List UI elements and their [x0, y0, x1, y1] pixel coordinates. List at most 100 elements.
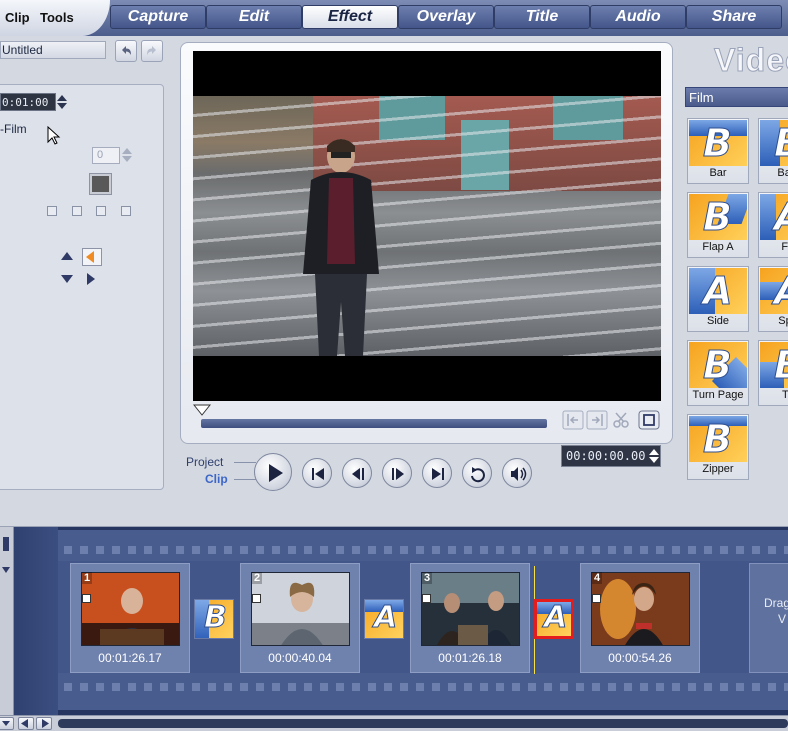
menu-area: Clip Tools [0, 0, 110, 36]
clip-thumbnail [251, 572, 350, 646]
tab-audio[interactable]: Audio [590, 5, 686, 29]
timeline-clip-1[interactable]: 1 00:01:26.17 [70, 563, 190, 673]
mark-in-icon[interactable] [562, 410, 584, 430]
volume-button[interactable] [502, 458, 532, 488]
clip-thumbnail [421, 572, 520, 646]
direction-left-selected-icon[interactable] [82, 248, 102, 266]
previous-frame-button[interactable] [342, 458, 372, 488]
scrub-bar[interactable] [201, 419, 547, 428]
menu-tools[interactable]: Tools [40, 10, 74, 25]
clip-duration: 00:00:54.26 [608, 651, 672, 665]
tab-capture[interactable]: Capture [110, 5, 206, 29]
arrow-right-icon [42, 719, 49, 728]
timeline-transition-2[interactable]: A [364, 599, 404, 639]
effect-thumb-flap[interactable]: A Fla [758, 192, 788, 258]
repeat-button[interactable] [462, 458, 492, 488]
clip-number: 2 [252, 572, 263, 584]
redo-icon [147, 46, 156, 55]
next-frame-icon [392, 468, 404, 480]
soft-edge-option-3[interactable] [96, 206, 106, 216]
zoom-button[interactable] [0, 717, 14, 730]
timeline-side-controls [0, 527, 14, 715]
effect-thumb-split[interactable]: A Split [758, 266, 788, 332]
clip-number: 4 [592, 572, 603, 584]
timeline-clip-3[interactable]: 3 00:01:26.18 [410, 563, 530, 673]
undo-button[interactable] [115, 40, 137, 62]
effect-thumb-side[interactable]: A Side [687, 266, 749, 332]
tab-share[interactable]: Share [686, 5, 782, 29]
clip-thumbnail [591, 572, 690, 646]
soft-edge-option-2[interactable] [72, 206, 82, 216]
view-toggle-icon[interactable] [0, 527, 12, 587]
timeline-scrollbar[interactable] [58, 719, 788, 728]
effect-thumb-turn-page[interactable]: B Turn Page [687, 340, 749, 406]
border-width-spinner[interactable] [121, 146, 133, 164]
clip-duration: 00:01:26.18 [438, 651, 502, 665]
audio-indicator-icon [592, 594, 601, 603]
border-width-field[interactable]: 0 [92, 147, 120, 164]
tab-overlay[interactable]: Overlay [398, 5, 494, 29]
end-button[interactable] [422, 458, 452, 488]
scroll-right-button[interactable] [36, 717, 52, 730]
go-to-end-icon [432, 468, 444, 480]
effect-name-label: -Film [0, 122, 27, 136]
tab-effect[interactable]: Effect [302, 5, 398, 29]
effect-category-dropdown[interactable]: Film [685, 87, 788, 107]
go-to-start-icon [312, 468, 324, 480]
scrub-handle-icon[interactable] [193, 404, 211, 416]
clip-duration: 00:00:40.04 [268, 651, 332, 665]
timecode-spinner[interactable] [648, 447, 660, 465]
menu-clip[interactable]: Clip [5, 10, 30, 25]
step-tabs: Capture Edit Effect Overlay Title Audio … [110, 5, 782, 31]
project-mode-label[interactable]: Project [186, 455, 223, 469]
arrow-left-icon [21, 719, 28, 728]
drag-hint: Drag V [764, 596, 788, 626]
timeline-toolbar [0, 497, 788, 527]
effect-thumb-flap-a[interactable]: B Flap A [687, 192, 749, 258]
speaker-icon [511, 467, 527, 481]
soft-edge-option-1[interactable] [47, 206, 57, 216]
timecode-display[interactable]: 00:00:00.00 [561, 445, 661, 467]
cut-clip-icon[interactable] [610, 410, 632, 430]
duration-spinner[interactable] [56, 93, 68, 111]
clip-number: 3 [422, 572, 433, 584]
enlarge-preview-icon[interactable] [638, 410, 660, 430]
mark-out-icon[interactable] [586, 410, 608, 430]
audio-indicator-icon [82, 594, 91, 603]
options-panel [0, 84, 164, 490]
timeline-transition-3-selected[interactable]: A [534, 599, 574, 639]
play-button[interactable] [254, 453, 292, 491]
tab-title[interactable]: Title [494, 5, 590, 29]
direction-up-icon[interactable] [60, 249, 74, 263]
effect-thumb-barn[interactable]: B Barn [758, 118, 788, 184]
effect-thumb-zipper[interactable]: B Zipper [687, 414, 749, 480]
timeline-clip-4[interactable]: 4 00:00:54.26 [580, 563, 700, 673]
repeat-icon [471, 467, 485, 483]
timeline-transition-1[interactable]: B [194, 599, 234, 639]
redo-button[interactable] [141, 40, 163, 62]
scroll-left-button[interactable] [18, 717, 34, 730]
direction-right-icon[interactable] [84, 272, 98, 286]
play-icon [269, 464, 283, 482]
library-title: Video [714, 42, 788, 79]
effect-thumb-bar[interactable]: B Bar [687, 118, 749, 184]
timeline-clip-2[interactable]: 2 00:00:40.04 [240, 563, 360, 673]
undo-icon [122, 46, 131, 55]
clip-mode-label[interactable]: Clip [205, 472, 228, 486]
audio-indicator-icon [422, 594, 431, 603]
video-preview [193, 51, 661, 401]
project-name-field[interactable]: Untitled [0, 41, 106, 59]
mouse-cursor-icon [47, 126, 61, 145]
video-frame-image [193, 96, 661, 356]
duration-field[interactable]: 0:01:00 [0, 93, 56, 111]
border-color-swatch[interactable] [89, 173, 112, 195]
clip-duration: 00:01:26.17 [98, 651, 162, 665]
direction-down-icon[interactable] [60, 272, 74, 286]
soft-edge-option-4[interactable] [121, 206, 131, 216]
effect-thumb-twist[interactable]: B Tw [758, 340, 788, 406]
home-button[interactable] [302, 458, 332, 488]
clip-number: 1 [82, 572, 93, 584]
clip-thumbnail [81, 572, 180, 646]
next-frame-button[interactable] [382, 458, 412, 488]
tab-edit[interactable]: Edit [206, 5, 302, 29]
